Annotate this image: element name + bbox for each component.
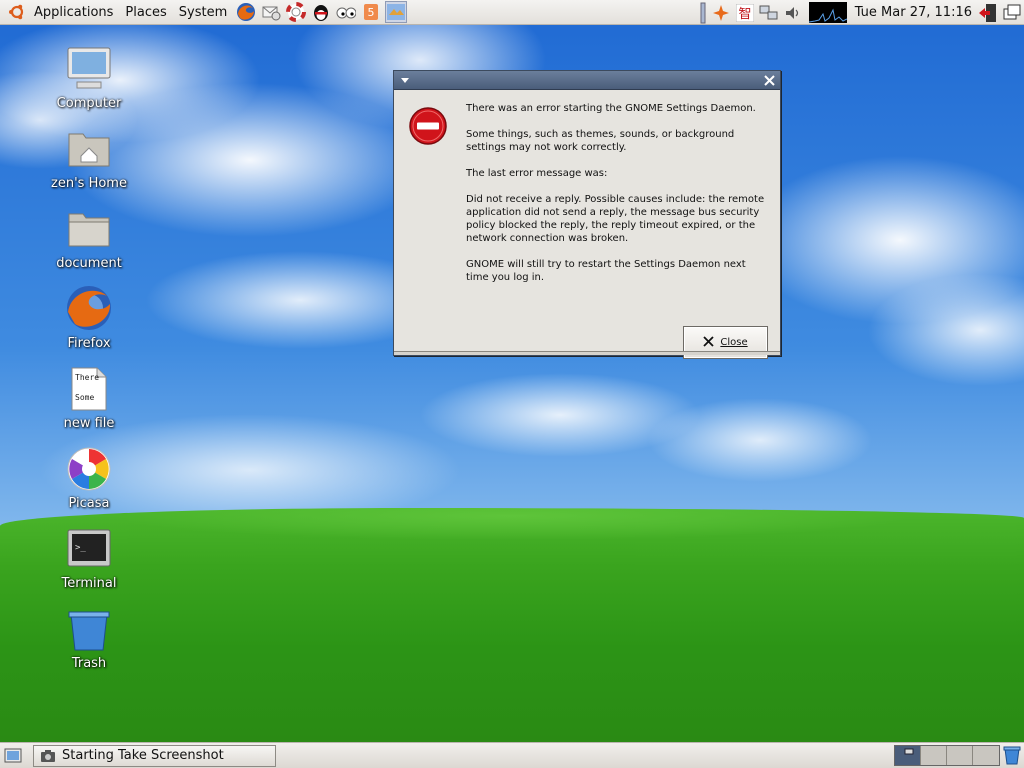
- desktop-icon-firefox[interactable]: Firefox: [44, 284, 134, 351]
- file-preview-line-1: There: [75, 373, 99, 382]
- window-menu-icon[interactable]: [398, 73, 412, 87]
- picasa-icon: [65, 444, 113, 492]
- firefox-icon: [65, 284, 113, 332]
- desktop-icon-trash[interactable]: Trash: [44, 604, 134, 671]
- taskbar-item-take-screenshot[interactable]: Starting Take Screenshot: [33, 744, 276, 767]
- dialog-primary-text: There was an error starting the GNOME Se…: [466, 103, 756, 114]
- desktop-icon-label: Trash: [71, 656, 107, 671]
- system-tray: 智 Tue Mar 27, 11:16: [697, 0, 1024, 25]
- desktop-icon-label: zen's Home: [51, 176, 127, 191]
- workspace-2[interactable]: [921, 746, 947, 765]
- dialog-body: There was an error starting the GNOME Se…: [394, 90, 780, 359]
- firefox-launcher-icon[interactable]: [235, 1, 257, 23]
- terminal-icon: >_: [65, 524, 113, 572]
- desktop-icon-home[interactable]: zen's Home: [44, 124, 134, 191]
- window-list-icon[interactable]: [1002, 3, 1022, 23]
- desktop-icon-new-file[interactable]: There Some new file: [44, 364, 134, 431]
- editor-launcher-icon[interactable]: 5: [360, 1, 382, 23]
- desktop-icon-terminal[interactable]: >_ Terminal: [44, 524, 134, 591]
- help-launcher-icon[interactable]: [285, 1, 307, 23]
- text-file-icon: There Some: [65, 364, 113, 412]
- network-icon[interactable]: [759, 3, 779, 23]
- trash-icon: [65, 604, 113, 652]
- update-notifier-icon[interactable]: [711, 3, 731, 23]
- dialog-last-error-label: The last error message was:: [466, 168, 608, 179]
- workspace-4[interactable]: [973, 746, 999, 765]
- desktop-icon-label: Computer: [56, 96, 122, 111]
- bottom-panel: Starting Take Screenshot: [0, 742, 1024, 768]
- show-desktop-icon[interactable]: [3, 746, 23, 766]
- dialog-restart-note: GNOME will still try to restart the Sett…: [466, 259, 746, 283]
- close-button-label: Close: [720, 337, 748, 348]
- dialog-bottom-edge: [394, 351, 780, 355]
- system-monitor-graph[interactable]: [808, 2, 847, 23]
- volume-icon[interactable]: [783, 3, 803, 23]
- top-panel: Applications Places System 5 智 Tue Mar 2…: [0, 0, 1024, 25]
- svg-text:5: 5: [368, 6, 375, 19]
- ubuntu-logo-icon[interactable]: [6, 1, 28, 23]
- dialog-error-detail: Did not receive a reply. Possible causes…: [466, 194, 765, 244]
- desktop-icon-computer[interactable]: Computer: [44, 44, 134, 111]
- folder-icon: [65, 204, 113, 252]
- wallpaper-grass: [0, 508, 1024, 742]
- desktop-icon-label: new file: [63, 416, 115, 431]
- workspace-1[interactable]: [895, 746, 921, 765]
- file-preview-line-2: Some: [75, 393, 94, 402]
- menu-applications[interactable]: Applications: [28, 0, 119, 25]
- camera-icon: [40, 749, 56, 763]
- panel-clock[interactable]: Tue Mar 27, 11:16: [851, 5, 976, 20]
- desktop-icon-label: Picasa: [68, 496, 110, 511]
- home-folder-icon: [65, 124, 113, 172]
- desktop-icon-label: Terminal: [61, 576, 117, 591]
- desktop-icon-document[interactable]: document: [44, 204, 134, 271]
- taskbar-item-label: Starting Take Screenshot: [62, 748, 224, 763]
- input-method-icon[interactable]: 智: [735, 3, 755, 23]
- qq-launcher-icon[interactable]: [310, 1, 332, 23]
- workspace-switcher: [894, 745, 1000, 766]
- menu-system[interactable]: System: [173, 0, 233, 25]
- workspace-3[interactable]: [947, 746, 973, 765]
- trash-applet-icon[interactable]: [1003, 746, 1021, 765]
- menu-places[interactable]: Places: [119, 0, 172, 25]
- screenshot-launcher-icon[interactable]: [385, 1, 408, 23]
- desktop-icon-label: document: [56, 256, 122, 271]
- error-icon: [408, 106, 448, 146]
- close-x-icon: [703, 335, 715, 350]
- error-dialog: There was an error starting the GNOME Se…: [393, 70, 781, 359]
- svg-text:智: 智: [738, 7, 751, 22]
- logout-icon[interactable]: [978, 3, 998, 23]
- launcher-bar: 5: [235, 1, 410, 23]
- desktop-icon-label: Firefox: [67, 336, 111, 351]
- separator-handle-icon: [699, 2, 707, 23]
- pidgin-launcher-icon[interactable]: [335, 1, 357, 23]
- dialog-secondary-text: Some things, such as themes, sounds, or …: [466, 129, 735, 153]
- mail-launcher-icon[interactable]: [260, 1, 282, 23]
- svg-text:>_: >_: [75, 543, 86, 553]
- close-icon[interactable]: [762, 73, 776, 87]
- desktop-icon-picasa[interactable]: Picasa: [44, 444, 134, 511]
- computer-icon: [65, 44, 113, 92]
- dialog-titlebar[interactable]: [394, 71, 780, 90]
